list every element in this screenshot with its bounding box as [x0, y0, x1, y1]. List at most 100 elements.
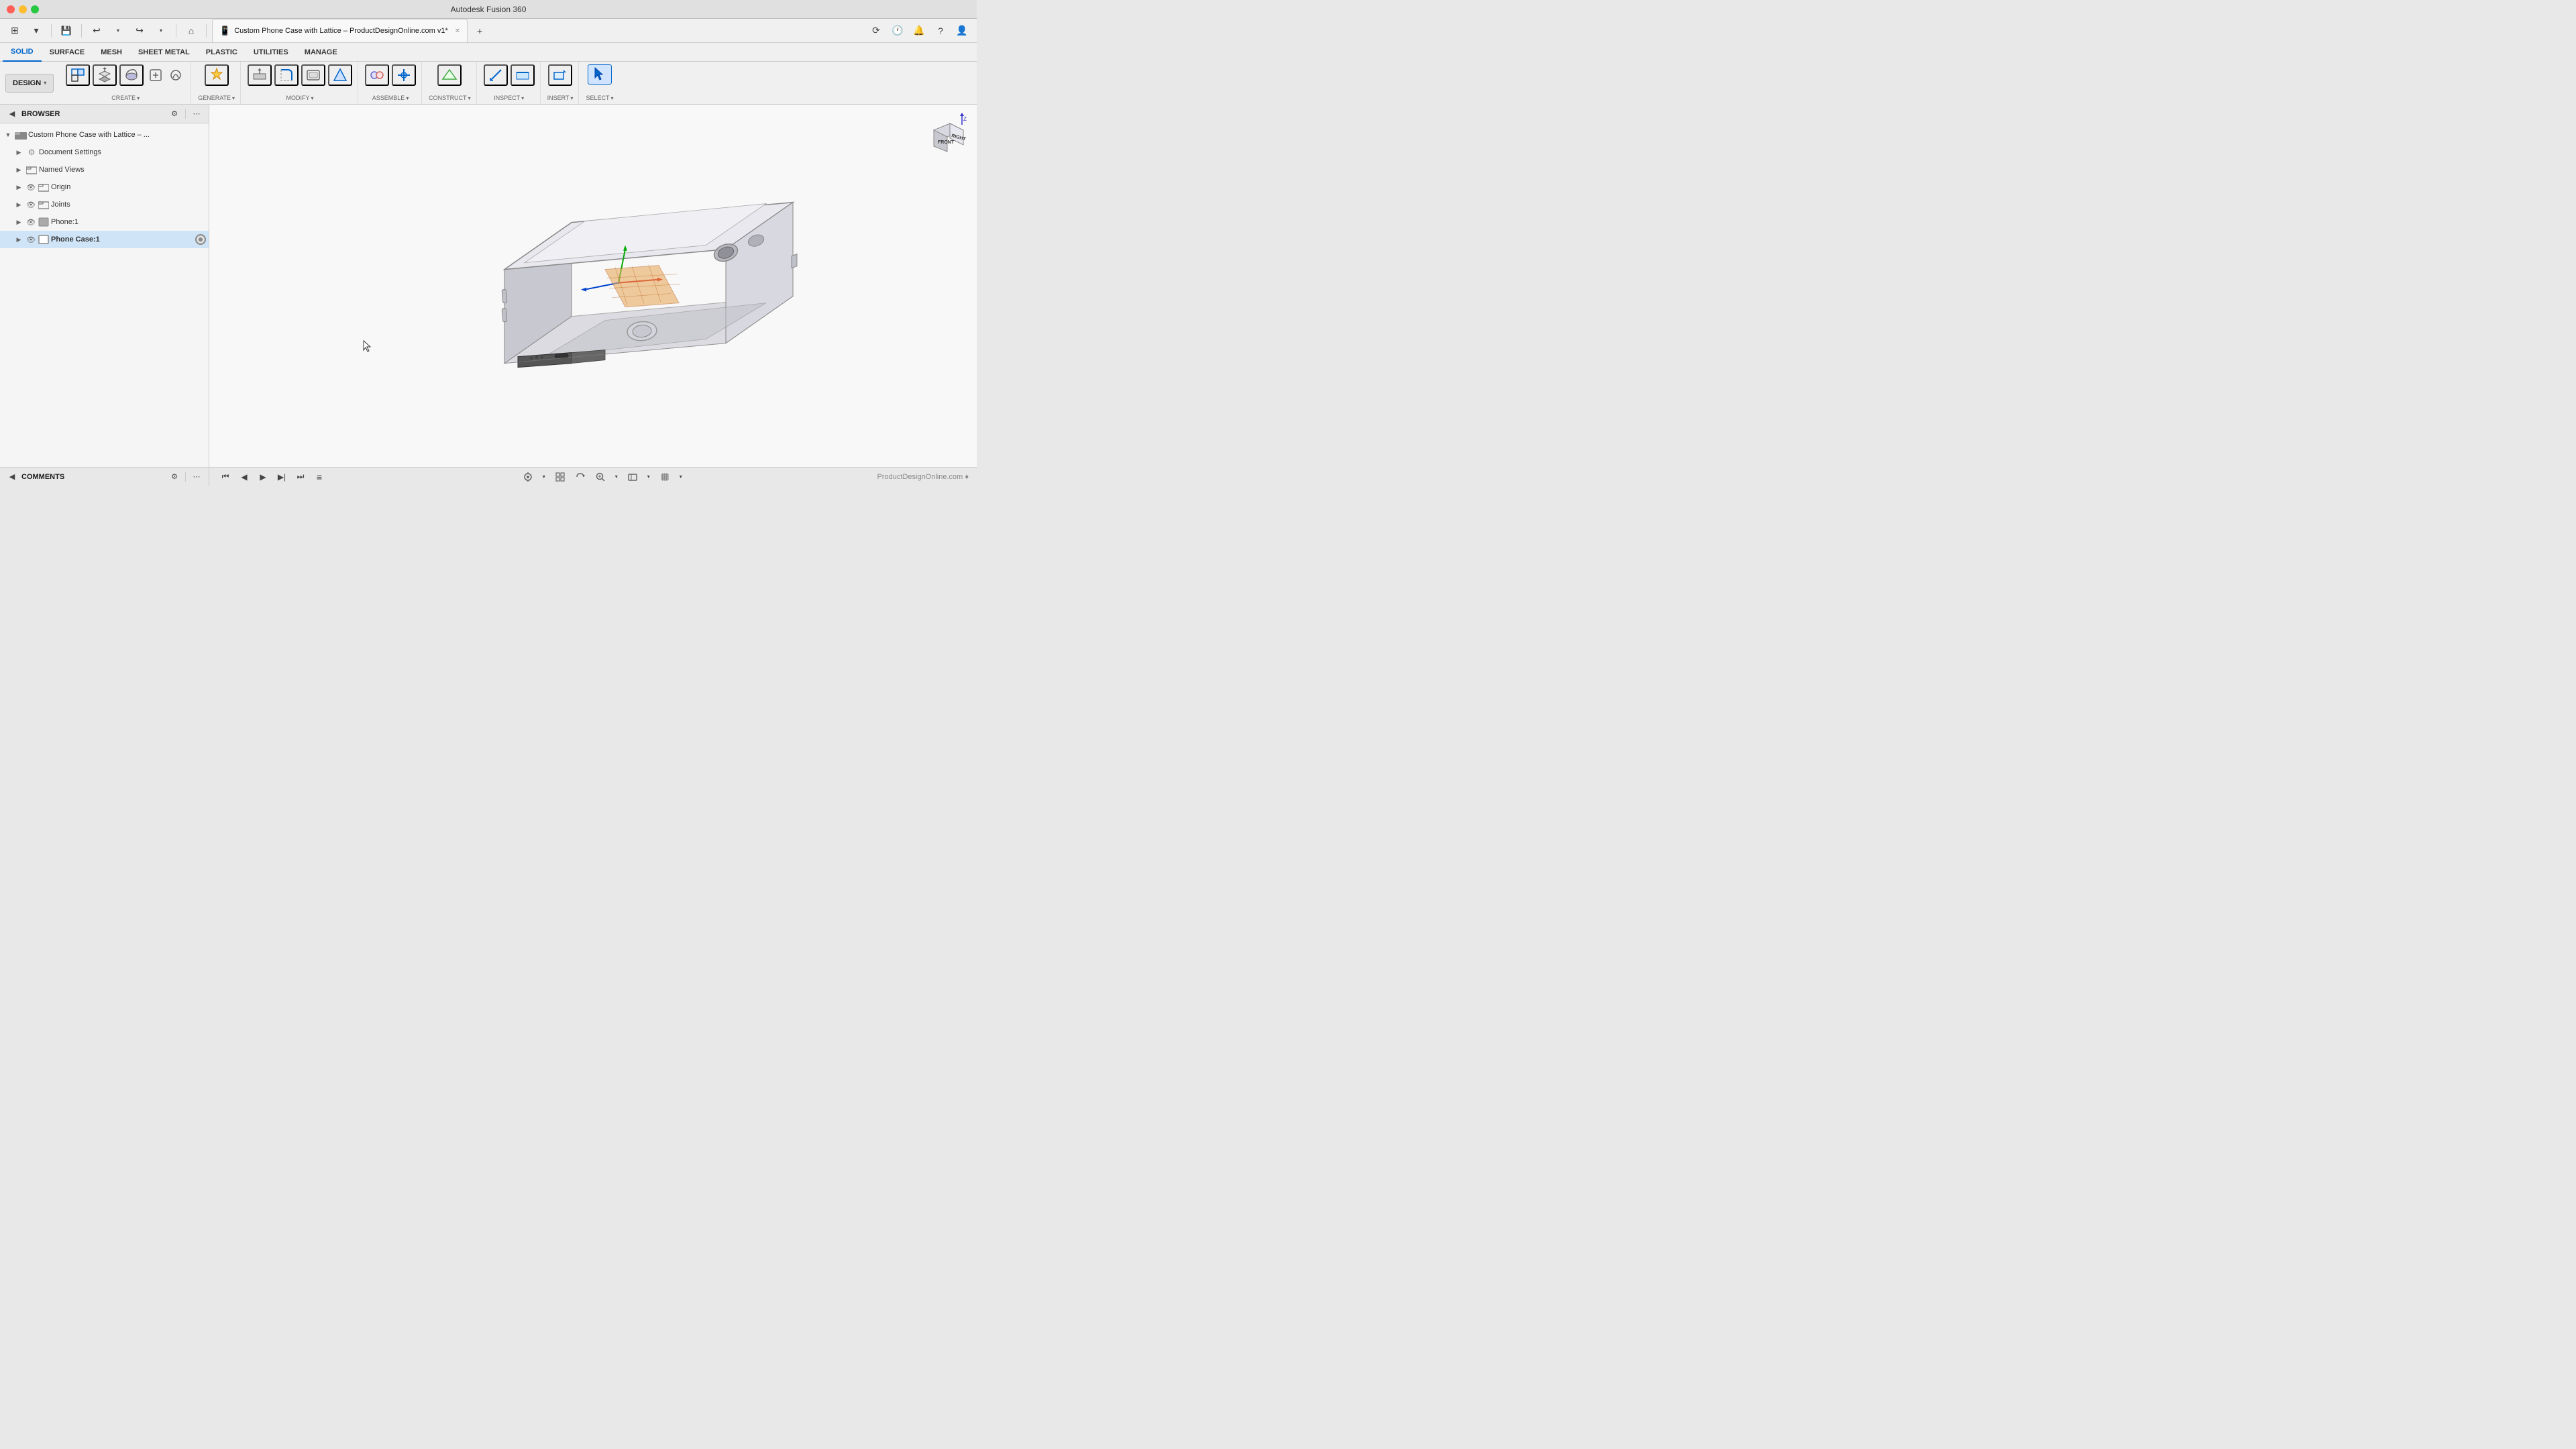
browser-item-named-views[interactable]: ▶ Named Views: [0, 161, 209, 178]
root-expand-arrow: ▼: [3, 129, 13, 140]
grid-dropdown[interactable]: ▾: [677, 469, 685, 485]
browser-collapse-btn[interactable]: ⋯: [190, 107, 203, 121]
tab-utilities[interactable]: UTILITIES: [246, 43, 297, 62]
redo-button[interactable]: ↪: [130, 21, 149, 40]
tab-sheet-metal[interactable]: SHEET METAL: [130, 43, 198, 62]
comments-collapse-btn[interactable]: ⋯: [190, 470, 203, 484]
inspect-measure-btn[interactable]: [484, 64, 508, 86]
combine-btn[interactable]: [328, 64, 352, 86]
joints-folder-icon: [38, 200, 50, 209]
browser-back-btn[interactable]: ◀: [5, 107, 19, 121]
comments-settings-btn[interactable]: ⚙: [168, 470, 181, 484]
left-sidebar: ◀ BROWSER ⚙ ⋯ ▼ Custom Phone Case with L…: [0, 105, 209, 486]
design-dropdown[interactable]: DESIGN ▾: [5, 74, 54, 93]
inspect-label: INSPECT ▾: [494, 95, 524, 101]
separator-2: [81, 24, 82, 38]
timeline-next-btn[interactable]: ▶|: [274, 469, 290, 485]
comments-title: COMMENTS: [21, 473, 165, 481]
close-button[interactable]: [7, 5, 15, 13]
apps-button[interactable]: ⊞: [5, 21, 24, 40]
browser-item-joints[interactable]: ▶ 👁 Joints: [0, 196, 209, 213]
select-btn[interactable]: [588, 64, 612, 85]
save-button[interactable]: 💾: [57, 21, 76, 40]
tool-ribbon: DESIGN ▾: [0, 62, 977, 105]
new-tab-button[interactable]: +: [470, 21, 489, 40]
view-cube[interactable]: Z FRONT RIGHT: [927, 111, 970, 158]
origin-folder-icon: [38, 182, 50, 192]
create-label: CREATE ▾: [111, 95, 140, 101]
zoom-btn[interactable]: [592, 469, 608, 485]
maximize-button[interactable]: [31, 5, 39, 13]
top-toolbar: ⊞ ▾ 💾 ↩ ▾ ↪ ▾ ⌂ 📱 Custom Phone Case with…: [0, 19, 977, 43]
construct-btn[interactable]: [437, 64, 462, 86]
help-button[interactable]: ?: [931, 21, 950, 40]
insert-decal-btn[interactable]: [548, 64, 572, 86]
fillet-btn[interactable]: [274, 64, 299, 86]
browser-item-doc-settings[interactable]: ▶ ⚙ Document Settings: [0, 144, 209, 161]
comments-sep: [185, 472, 186, 482]
undo-dropdown[interactable]: ▾: [109, 21, 127, 40]
motion-link-btn[interactable]: [392, 64, 416, 86]
create-small-2[interactable]: [166, 66, 185, 85]
shell-icon: [305, 67, 321, 83]
workspace-dropdown[interactable]: ▾: [27, 21, 46, 40]
phone1-eye-icon: 👁: [25, 217, 36, 227]
snap-btn[interactable]: [520, 469, 536, 485]
document-tab[interactable]: 📱 Custom Phone Case with Lattice – Produ…: [212, 19, 468, 42]
viewport[interactable]: Z FRONT RIGHT: [209, 105, 977, 486]
comments-expand-btn[interactable]: ◀: [5, 470, 19, 484]
joint-btn[interactable]: [365, 64, 389, 86]
user-button[interactable]: 👤: [953, 21, 971, 40]
timeline-first-btn[interactable]: ⏮: [217, 469, 233, 485]
section-analysis-btn[interactable]: [511, 64, 535, 86]
browser-item-phone1[interactable]: ▶ 👁 Phone:1: [0, 213, 209, 231]
origin-arrow: ▶: [13, 182, 24, 193]
create-small-1[interactable]: [146, 66, 165, 85]
named-views-arrow: ▶: [13, 164, 24, 175]
generate-label: GENERATE ▾: [198, 95, 235, 101]
bell-button[interactable]: 🔔: [910, 21, 928, 40]
undo-button[interactable]: ↩: [87, 21, 106, 40]
orbit-btn[interactable]: [572, 469, 588, 485]
timeline-prev-btn[interactable]: ◀: [236, 469, 252, 485]
new-component-btn[interactable]: [66, 64, 90, 86]
phone-case1-eye-icon: 👁: [25, 234, 36, 245]
named-views-label: Named Views: [39, 166, 206, 174]
browser-settings-btn[interactable]: ⚙: [168, 107, 181, 121]
grid-snap-btn[interactable]: [552, 469, 568, 485]
generate-icon: [209, 67, 225, 83]
joints-eye-icon: 👁: [25, 199, 36, 210]
shell-btn[interactable]: [301, 64, 325, 86]
notifications-button[interactable]: ⟳: [867, 21, 885, 40]
browser-item-root[interactable]: ▼ Custom Phone Case with Lattice – ...: [0, 126, 209, 144]
timeline-last-btn[interactable]: ⏭: [292, 469, 309, 485]
revolve-btn[interactable]: [119, 64, 144, 86]
minimize-button[interactable]: [19, 5, 27, 13]
tab-solid[interactable]: SOLID: [3, 43, 42, 62]
display-dropdown[interactable]: ▾: [645, 469, 653, 485]
timeline-play-btn[interactable]: ▶: [255, 469, 271, 485]
tab-plastic[interactable]: PLASTIC: [198, 43, 246, 62]
redo-dropdown[interactable]: ▾: [152, 21, 170, 40]
extrude-btn[interactable]: [93, 64, 117, 86]
home-button[interactable]: ⌂: [182, 21, 201, 40]
tab-mesh[interactable]: MESH: [93, 43, 130, 62]
timeline-filter-btn[interactable]: ≡: [311, 469, 327, 485]
phone-case1-box-icon: [38, 235, 50, 244]
zoom-dropdown[interactable]: ▾: [612, 469, 621, 485]
browser-item-phone-case1[interactable]: ▶ 👁 Phone Case:1: [0, 231, 209, 248]
browser-item-origin[interactable]: ▶ 👁 Origin: [0, 178, 209, 196]
tab-surface[interactable]: SURFACE: [42, 43, 93, 62]
traffic-lights: [7, 5, 39, 13]
display-mode-btn[interactable]: [625, 469, 641, 485]
push-pull-btn[interactable]: [248, 64, 272, 86]
grid-visibility-btn[interactable]: [657, 469, 673, 485]
clock-button[interactable]: 🕐: [888, 21, 907, 40]
joints-label: Joints: [51, 201, 206, 209]
snap-dropdown[interactable]: ▾: [540, 469, 548, 485]
generate-btn[interactable]: [205, 64, 229, 86]
separator-4: [206, 24, 207, 38]
doc-settings-icon: ⚙: [25, 148, 38, 157]
tab-manage[interactable]: MANAGE: [297, 43, 345, 62]
root-label: Custom Phone Case with Lattice – ...: [28, 131, 206, 139]
